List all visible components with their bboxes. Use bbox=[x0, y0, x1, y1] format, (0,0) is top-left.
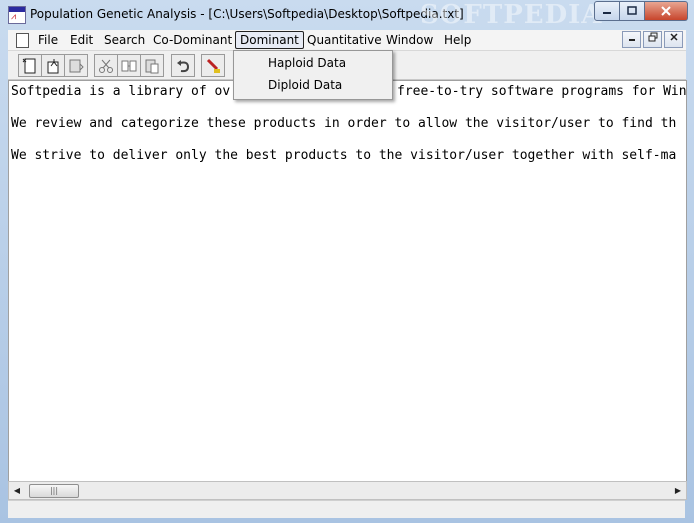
minimize-button[interactable] bbox=[594, 1, 620, 21]
app-window: ⩘ Population Genetic Analysis - [C:\User… bbox=[0, 0, 694, 523]
text-line-2: We review and categorize these products … bbox=[11, 116, 677, 131]
scroll-thumb[interactable]: ||| bbox=[29, 484, 79, 498]
mdi-close-button[interactable] bbox=[664, 31, 683, 48]
title-bar[interactable]: ⩘ Population Genetic Analysis - [C:\User… bbox=[0, 0, 694, 30]
save-button[interactable] bbox=[64, 54, 88, 77]
menu-search[interactable]: Search bbox=[100, 32, 149, 48]
new-icon bbox=[22, 58, 36, 73]
close-icon bbox=[661, 6, 671, 16]
menu-quantitative[interactable]: Quantitative bbox=[303, 32, 386, 48]
window-title: Population Genetic Analysis - [C:\Users\… bbox=[30, 7, 464, 21]
mdi-restore-button[interactable] bbox=[643, 31, 662, 48]
text-editor[interactable]: Softpedia is a library of ov free-to-try… bbox=[8, 80, 687, 483]
menu-bar: File Edit Search Co-Dominant Dominant Qu… bbox=[8, 30, 686, 51]
mdi-minimize-button[interactable] bbox=[622, 31, 641, 48]
minimize-icon bbox=[603, 12, 611, 14]
menu-window[interactable]: Window bbox=[382, 32, 437, 48]
menu-item-haploid-data[interactable]: Haploid Data bbox=[268, 56, 346, 70]
caption-buttons bbox=[594, 1, 688, 21]
maximize-icon bbox=[627, 6, 637, 15]
minimize-icon bbox=[628, 39, 635, 41]
new-button[interactable] bbox=[18, 54, 42, 77]
open-icon bbox=[47, 58, 59, 73]
restore-icon bbox=[648, 32, 657, 42]
status-bar bbox=[8, 500, 685, 518]
scroll-left-icon[interactable]: ◀ bbox=[9, 482, 25, 499]
menu-file[interactable]: File bbox=[34, 32, 62, 48]
watermark-text: SOFTPEDIA bbox=[420, 0, 603, 30]
scroll-right-icon[interactable]: ▶ bbox=[670, 482, 686, 499]
paste-button[interactable] bbox=[140, 54, 164, 77]
menu-dominant[interactable]: Dominant bbox=[235, 31, 304, 49]
menu-item-diploid-data[interactable]: Diploid Data bbox=[268, 78, 342, 92]
menu-help[interactable]: Help bbox=[440, 32, 475, 48]
close-button[interactable] bbox=[645, 1, 688, 21]
undo-icon bbox=[177, 59, 190, 72]
cut-icon bbox=[99, 59, 113, 73]
menu-co-dominant[interactable]: Co-Dominant bbox=[149, 32, 236, 48]
maximize-button[interactable] bbox=[620, 1, 645, 21]
undo-button[interactable] bbox=[171, 54, 195, 77]
menu-edit[interactable]: Edit bbox=[66, 32, 97, 48]
cut-button[interactable] bbox=[94, 54, 118, 77]
dominant-dropdown-menu: Haploid Data Diploid Data bbox=[233, 50, 393, 100]
mdi-buttons bbox=[622, 31, 683, 48]
horizontal-scrollbar[interactable]: ◀ ||| ▶ bbox=[8, 481, 687, 500]
open-button[interactable] bbox=[41, 54, 65, 77]
text-line-1: Softpedia is a library of ov bbox=[11, 84, 231, 99]
paste-icon bbox=[145, 59, 159, 73]
text-line-1-tail: free-to-try software programs for Win bbox=[397, 84, 687, 99]
app-icon[interactable]: ⩘ bbox=[8, 6, 26, 24]
copy-icon bbox=[121, 60, 137, 71]
close-icon bbox=[669, 33, 678, 41]
text-line-3: We strive to deliver only the best produ… bbox=[11, 148, 677, 163]
copy-button[interactable] bbox=[117, 54, 141, 77]
run-icon bbox=[206, 58, 220, 73]
save-icon bbox=[69, 59, 84, 72]
app-icon-mark: ⩘ bbox=[11, 12, 17, 22]
run-button[interactable] bbox=[201, 54, 225, 77]
document-icon[interactable] bbox=[16, 33, 29, 48]
